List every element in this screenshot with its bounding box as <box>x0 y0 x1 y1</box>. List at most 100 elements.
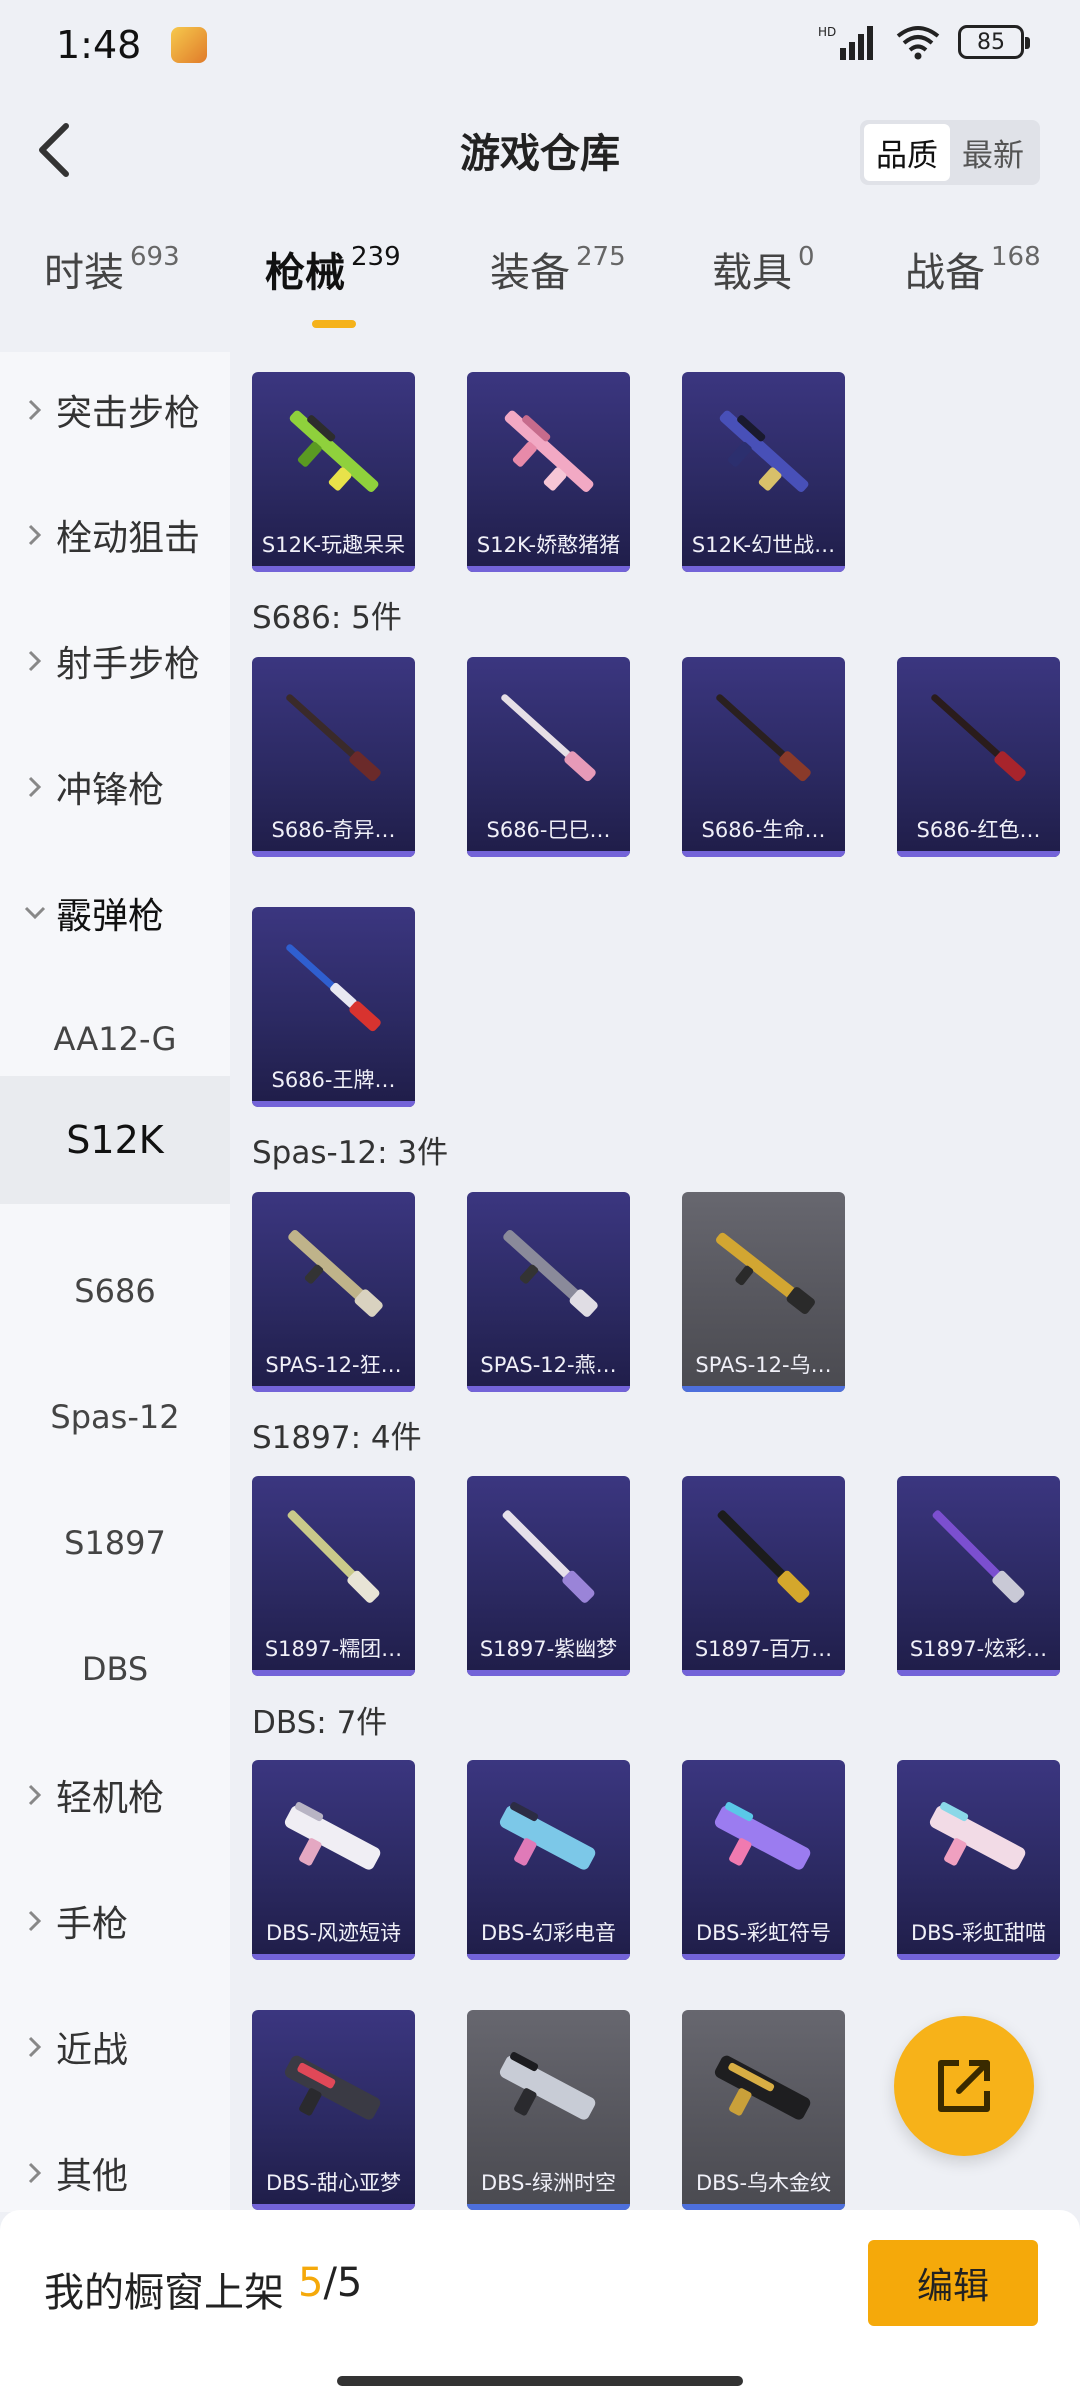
chevron-right-icon <box>28 1910 42 1932</box>
item-card[interactable]: DBS-风迹短诗 <box>252 1760 415 1960</box>
shotgun-skin-icon <box>284 1802 381 1870</box>
sort-quality-button[interactable]: 品质 <box>864 124 950 181</box>
shotgun-skin-icon <box>286 694 381 782</box>
shotgun-skin-icon <box>286 944 381 1032</box>
shotgun-skin-icon <box>501 694 596 782</box>
item-card[interactable]: S1897-百万… <box>682 1476 845 1676</box>
shotgun-skin-icon <box>289 410 379 492</box>
item-card[interactable]: S686-王牌… <box>252 907 415 1107</box>
sort-latest-button[interactable]: 最新 <box>950 124 1036 181</box>
item-card[interactable]: S12K-玩趣呆呆 <box>252 372 415 572</box>
item-card[interactable]: DBS-彩虹符号 <box>682 1760 845 1960</box>
group-title-dbs: DBS: 7件 <box>252 1705 388 1741</box>
showcase-count: 5 <box>298 2260 324 2306</box>
item-name: DBS-幻彩电音 <box>480 1921 617 1945</box>
item-name: DBS-甜心亚梦 <box>265 2171 402 2195</box>
item-name: S12K-玩趣呆呆 <box>261 533 406 557</box>
share-button[interactable] <box>894 2016 1034 2156</box>
item-card[interactable]: S686-生命… <box>682 657 845 857</box>
shotgun-skin-icon <box>931 694 1026 782</box>
header: 游戏仓库 品质 最新 <box>0 95 1080 205</box>
sidebar-sub-spas12[interactable]: Spas-12 <box>0 1362 230 1472</box>
item-name: DBS-风迹短诗 <box>265 1921 402 1945</box>
tab-count: 693 <box>130 242 180 272</box>
chevron-right-icon <box>28 2162 42 2184</box>
sidebar-sub-dbs[interactable]: DBS <box>0 1614 230 1724</box>
item-name: SPAS-12-燕… <box>480 1353 617 1377</box>
sidebar-item-label: 冲锋枪 <box>56 770 165 811</box>
item-grid: S12K-玩趣呆呆 S12K-娇憨猪猪 S12K-幻世战… S686: 5件 S… <box>230 352 1080 2210</box>
shotgun-skin-icon <box>502 1510 595 1603</box>
item-card[interactable]: DBS-彩虹甜喵 <box>897 1760 1060 1960</box>
showcase-total: /5 <box>323 2260 363 2306</box>
sidebar-item-pistol[interactable]: 手枪 <box>0 1866 230 1976</box>
item-name: DBS-乌木金纹 <box>695 2171 832 2195</box>
tab-supplies[interactable]: 战备 168 <box>905 240 1041 298</box>
home-indicator[interactable] <box>337 2376 743 2386</box>
showcase-label: 我的橱窗上架 <box>44 2270 284 2316</box>
chevron-right-icon <box>28 399 42 421</box>
item-name: S12K-幻世战… <box>691 533 836 557</box>
item-card[interactable]: S686-奇异… <box>252 657 415 857</box>
tab-equipment[interactable]: 装备 275 <box>490 240 626 298</box>
tab-label: 战备 <box>905 250 985 296</box>
item-name: SPAS-12-狂… <box>265 1353 402 1377</box>
sidebar-item-melee[interactable]: 近战 <box>0 1992 230 2102</box>
sidebar-sub-s1897[interactable]: S1897 <box>0 1488 230 1598</box>
shotgun-skin-icon <box>717 1510 810 1603</box>
status-time: 1:48 <box>56 23 142 67</box>
item-card[interactable]: S1897-紫幽梦 <box>467 1476 630 1676</box>
sidebar-item-assault-rifle[interactable]: 突击步枪 <box>0 355 230 465</box>
item-card[interactable]: S12K-娇憨猪猪 <box>467 372 630 572</box>
sidebar-item-label: 霰弹枪 <box>56 896 165 937</box>
chevron-right-icon <box>28 2036 42 2058</box>
item-card[interactable]: SPAS-12-燕… <box>467 1192 630 1392</box>
item-card[interactable]: DBS-乌木金纹 <box>682 2010 845 2210</box>
item-card[interactable]: S12K-幻世战… <box>682 372 845 572</box>
group-title-s1897: S1897: 4件 <box>252 1420 422 1456</box>
tab-label: 装备 <box>490 250 570 296</box>
item-card[interactable]: SPAS-12-狂… <box>252 1192 415 1392</box>
chevron-right-icon <box>28 1784 42 1806</box>
item-card[interactable]: DBS-幻彩电音 <box>467 1760 630 1960</box>
item-card[interactable]: S1897-炫彩… <box>897 1476 1060 1676</box>
shotgun-skin-icon <box>716 694 811 782</box>
tab-vehicles[interactable]: 载具 0 <box>712 240 815 298</box>
item-card[interactable]: DBS-甜心亚梦 <box>252 2010 415 2210</box>
sidebar-item-marksman-rifle[interactable]: 射手步枪 <box>0 606 230 716</box>
sort-toggle[interactable]: 品质 最新 <box>860 120 1040 185</box>
sidebar-sub-s12k[interactable]: S12K <box>0 1076 230 1204</box>
battery-icon: 85 <box>958 25 1030 59</box>
shotgun-skin-icon <box>929 1802 1026 1870</box>
item-card[interactable]: S1897-糯团… <box>252 1476 415 1676</box>
chevron-down-icon <box>24 906 46 920</box>
item-name: S686-奇异… <box>271 818 396 842</box>
sidebar-item-label: 射手步枪 <box>56 644 201 685</box>
tab-fashion[interactable]: 时装 693 <box>44 240 180 298</box>
chevron-right-icon <box>28 524 42 546</box>
signal-icon: HD <box>818 25 873 60</box>
bottom-bar: 我的橱窗上架 5 /5 编辑 <box>0 2210 1080 2400</box>
shotgun-skin-icon <box>932 1510 1025 1603</box>
item-card[interactable]: SPAS-12-乌… <box>682 1192 845 1392</box>
sidebar-sub-s686[interactable]: S686 <box>0 1236 230 1346</box>
sidebar-item-lmg[interactable]: 轻机枪 <box>0 1740 230 1850</box>
sidebar-item-bolt-sniper[interactable]: 栓动狙击 <box>0 480 230 590</box>
item-card[interactable]: DBS-绿洲时空 <box>467 2010 630 2210</box>
shotgun-skin-icon <box>503 1230 598 1317</box>
item-name: DBS-绿洲时空 <box>480 2171 617 2195</box>
tab-label: 时装 <box>44 250 124 296</box>
item-card[interactable]: S686-红色… <box>897 657 1060 857</box>
sidebar-item-shotgun[interactable]: 霰弹枪 <box>0 858 230 968</box>
sidebar-item-label: 其他 <box>56 2156 129 2197</box>
sidebar-item-smg[interactable]: 冲锋枪 <box>0 732 230 842</box>
edit-button[interactable]: 编辑 <box>868 2240 1038 2326</box>
tab-guns[interactable]: 枪械 239 <box>265 240 401 298</box>
battery-level: 85 <box>977 29 1005 55</box>
category-sidebar: 突击步枪 栓动狙击 射手步枪 冲锋枪 霰弹枪 AA12-G S12K S686 … <box>0 352 230 2212</box>
item-name: S686-巳巳… <box>486 818 611 842</box>
back-button[interactable] <box>24 120 84 180</box>
item-card[interactable]: S686-巳巳… <box>467 657 630 857</box>
tab-count: 275 <box>576 242 626 272</box>
shotgun-skin-icon <box>499 1802 596 1870</box>
